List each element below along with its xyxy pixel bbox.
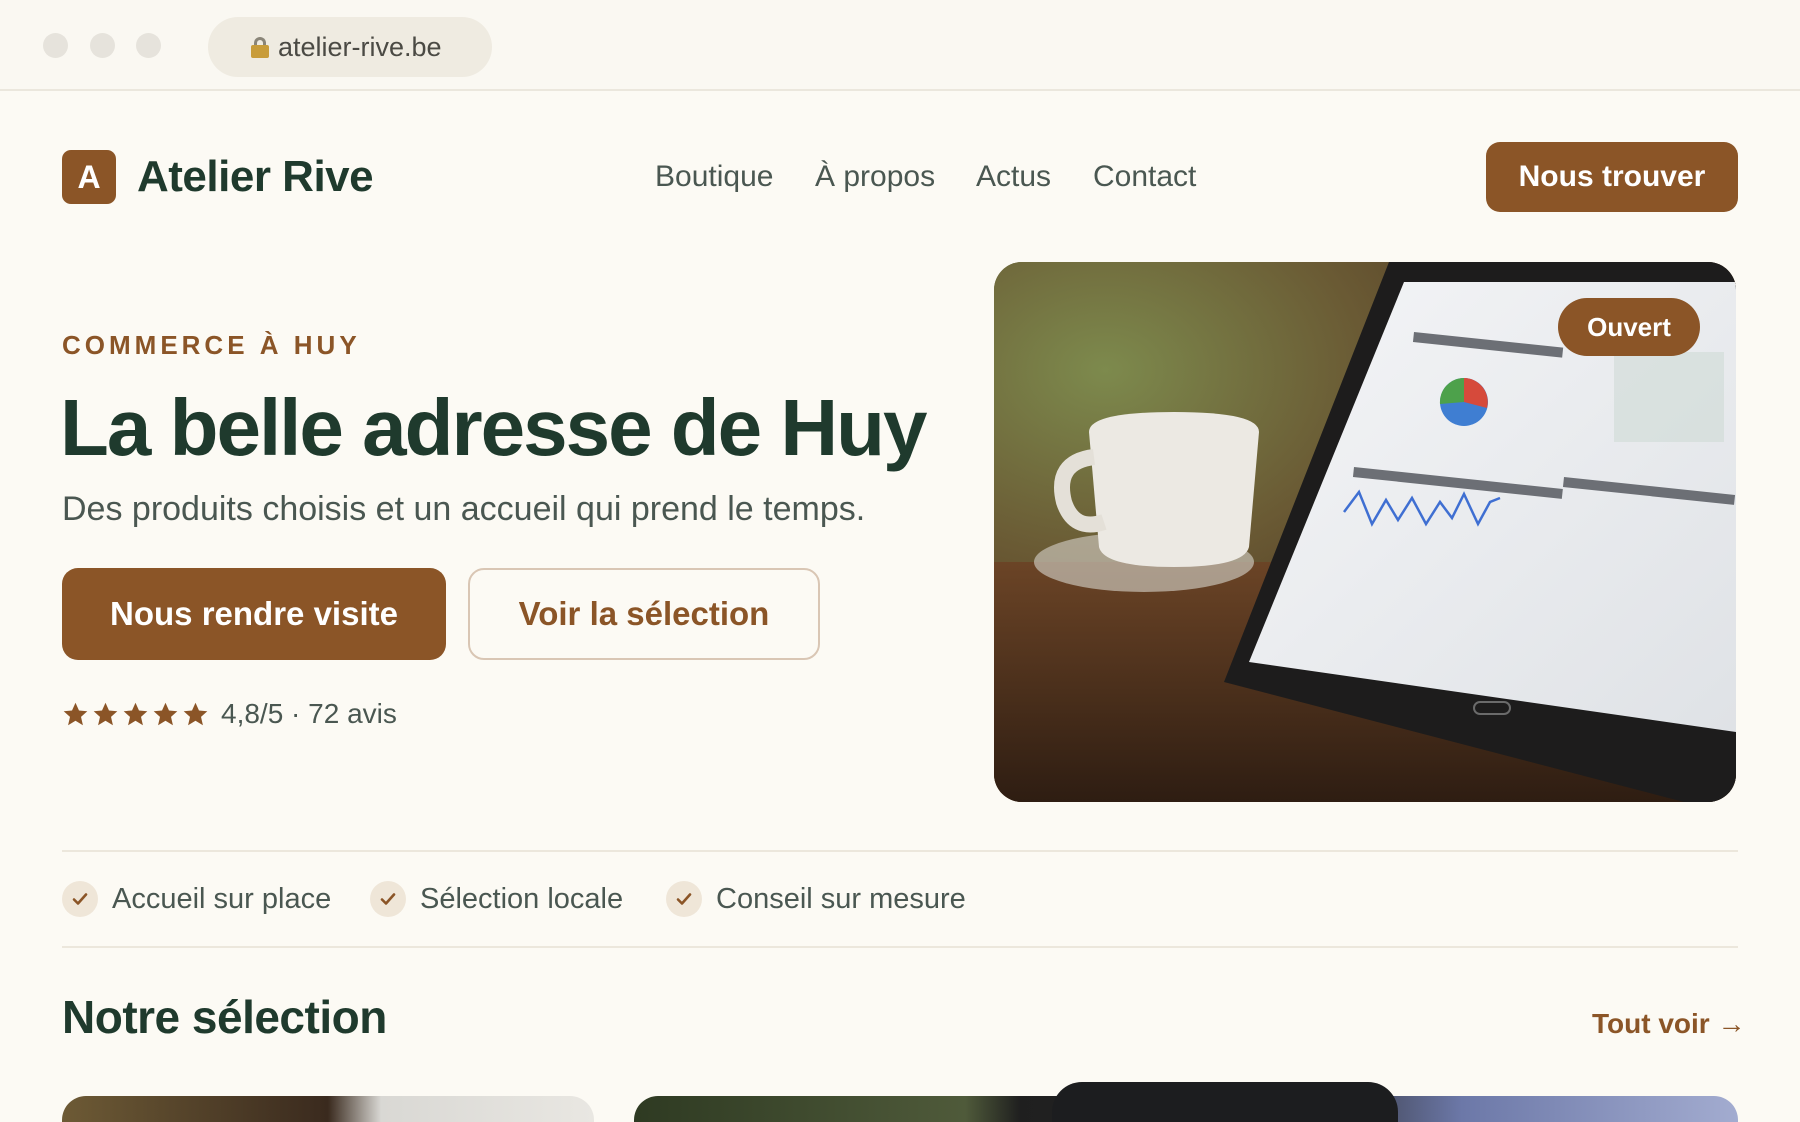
star-icon: [123, 702, 148, 725]
feature-label: Sélection locale: [420, 882, 624, 915]
divider: [62, 850, 1738, 852]
check-icon: [666, 881, 702, 917]
brand-name[interactable]: Atelier Rive: [137, 150, 374, 204]
nav-link-contact[interactable]: Contact: [1093, 150, 1196, 204]
logo-mark[interactable]: A: [62, 150, 116, 204]
find-us-button[interactable]: Nous trouver: [1486, 142, 1738, 212]
nav-link-a-propos[interactable]: À propos: [815, 150, 935, 204]
window-close-button[interactable]: [43, 33, 68, 58]
floating-toolbar[interactable]: [1052, 1082, 1398, 1122]
check-icon: [62, 881, 98, 917]
feature-item: Accueil sur place: [62, 880, 331, 918]
section-title: Notre sélection: [62, 991, 387, 1043]
lock-icon: [251, 37, 269, 58]
rating: 4,8/5 · 72 avis: [62, 694, 397, 734]
divider: [62, 946, 1738, 948]
address-bar[interactable]: atelier-rive.be: [208, 17, 492, 77]
rating-text: 4,8/5 · 72 avis: [221, 698, 397, 729]
star-icon: [93, 702, 118, 725]
browser-chrome: atelier-rive.be: [0, 0, 1800, 91]
window-zoom-button[interactable]: [136, 33, 161, 58]
feature-item: Sélection locale: [370, 880, 623, 918]
view-selection-button[interactable]: Voir la sélection: [468, 568, 820, 660]
check-icon: [370, 881, 406, 917]
hero-title: La belle adresse de Huy: [60, 383, 928, 472]
product-card-image[interactable]: [62, 1096, 594, 1122]
star-icon: [153, 702, 178, 725]
feature-item: Conseil sur mesure: [666, 880, 966, 918]
hero-eyebrow: COMMERCE À HUY: [62, 330, 361, 360]
feature-label: Conseil sur mesure: [716, 882, 966, 915]
window-minimize-button[interactable]: [90, 33, 115, 58]
url-text: atelier-rive.be: [278, 31, 442, 62]
see-all-link[interactable]: Tout voir →: [1592, 1008, 1745, 1040]
star-icon: [63, 702, 88, 725]
visit-button[interactable]: Nous rendre visite: [62, 568, 446, 660]
rating-stars: [62, 701, 209, 728]
hero-subtitle: Des produits choisis et un accueil qui p…: [62, 490, 866, 528]
feature-label: Accueil sur place: [112, 882, 332, 915]
open-status-badge: Ouvert: [1558, 298, 1700, 356]
nav-link-actus[interactable]: Actus: [976, 150, 1051, 204]
star-icon: [183, 702, 208, 725]
nav-link-boutique[interactable]: Boutique: [655, 150, 773, 204]
